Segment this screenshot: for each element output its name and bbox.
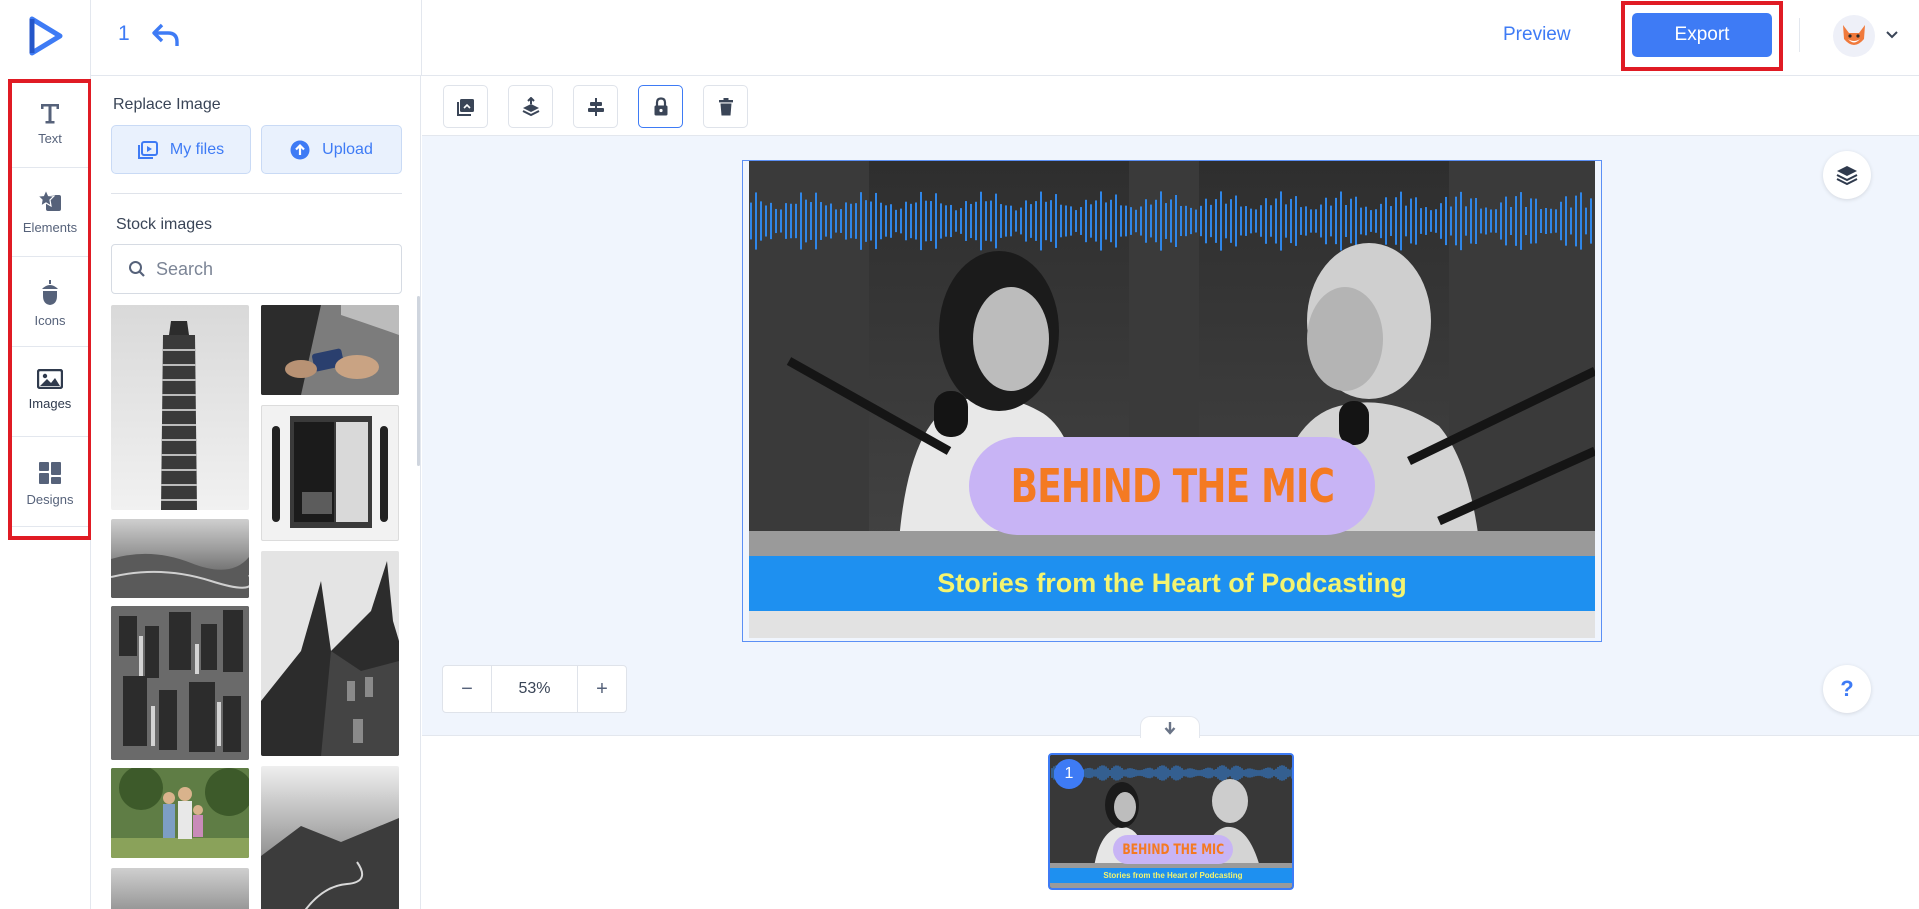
thumb-title-pill: BEHIND THE MIC <box>1113 835 1233 864</box>
align-tool[interactable] <box>573 85 618 128</box>
stock-images-heading: Stock images <box>116 216 213 233</box>
upload-button[interactable]: Upload <box>261 125 402 174</box>
panel-scrollbar[interactable] <box>417 296 420 466</box>
stock-image-skyscraper[interactable] <box>111 305 249 510</box>
stock-image-dunes[interactable] <box>111 519 249 598</box>
divider <box>111 193 402 194</box>
mountain-road-thumbnail <box>261 818 399 909</box>
layers-button[interactable] <box>1823 151 1871 199</box>
replace-image-icon <box>456 98 474 116</box>
divider <box>1799 18 1800 52</box>
design-subtitle[interactable]: Stories from the Heart of Podcasting <box>937 568 1407 599</box>
page-number[interactable]: 1 <box>118 22 130 46</box>
layer-order-tool[interactable] <box>508 85 553 128</box>
my-files-icon <box>137 140 158 159</box>
skyscraper-thumbnail <box>161 321 197 510</box>
thumb-subtitle-band: Stories from the Heart of Podcasting <box>1050 868 1292 883</box>
stock-image-mountain-road[interactable] <box>261 766 399 909</box>
stock-image-stage-film[interactable] <box>261 405 399 541</box>
search-icon <box>129 261 145 277</box>
help-button[interactable]: ? <box>1823 665 1871 713</box>
city-aerial-thumbnail <box>111 606 249 760</box>
lock-tool[interactable] <box>638 85 683 128</box>
page-thumbnail[interactable]: 1 BEHIND THE MIC Stories from the Heart … <box>1048 753 1294 890</box>
search-input[interactable] <box>156 258 386 280</box>
zoom-control: − 53% + <box>442 665 627 713</box>
thumb-subtitle: Stories from the Heart of Podcasting <box>1103 871 1243 880</box>
layer-order-icon <box>522 96 539 116</box>
replace-image-tool[interactable] <box>443 85 488 128</box>
play-logo[interactable] <box>28 16 64 56</box>
upload-label: Upload <box>322 140 373 158</box>
divider <box>421 0 422 76</box>
left-rail: Text Elements Icons Images Designs <box>0 0 92 909</box>
editor-app: Text Elements Icons Images Designs 1 Pre… <box>0 0 1919 909</box>
my-files-label: My files <box>169 140 225 158</box>
align-center-icon <box>587 97 604 116</box>
subtitle-band[interactable]: Stories from the Heart of Podcasting <box>749 556 1595 611</box>
avatar[interactable] <box>1833 15 1875 57</box>
export-button[interactable]: Export <box>1632 13 1772 57</box>
pages-strip: 1 BEHIND THE MIC Stories from the Heart … <box>422 716 1919 909</box>
arrow-down-icon <box>1164 721 1176 735</box>
top-bar: 1 Preview Export <box>91 0 1919 76</box>
dunes-thumbnail <box>111 553 249 598</box>
images-panel: Replace Image My files Upload Stock imag… <box>91 76 421 909</box>
rail-highlight-box <box>8 79 92 540</box>
fox-avatar-icon <box>1843 25 1865 45</box>
cathedral-thumbnail <box>261 551 399 756</box>
canvas-workspace: BEHIND THE MIC Stories from the Heart of… <box>422 76 1919 735</box>
collapse-pages-tab[interactable] <box>1140 716 1200 738</box>
layers-icon <box>1836 166 1858 185</box>
stock-image-cathedral[interactable] <box>261 551 399 756</box>
stock-image-city-aerial[interactable] <box>111 606 249 760</box>
car-phone-thumbnail <box>261 305 399 395</box>
family-thumbnail <box>111 768 249 858</box>
my-files-button[interactable]: My files <box>111 125 251 174</box>
zoom-out-button[interactable]: − <box>443 666 491 712</box>
element-toolbar <box>422 76 1919 136</box>
lock-icon <box>654 96 667 115</box>
undo-icon[interactable] <box>151 22 181 48</box>
delete-tool[interactable] <box>703 85 748 128</box>
stock-image-family[interactable] <box>111 768 249 858</box>
thumb-title: BEHIND THE MIC <box>1122 841 1224 858</box>
stock-search[interactable] <box>111 244 402 294</box>
upload-icon <box>290 140 310 159</box>
zoom-in-button[interactable]: + <box>578 666 626 712</box>
stock-image-fog[interactable] <box>111 868 249 909</box>
replace-image-heading: Replace Image <box>113 96 221 113</box>
design-canvas[interactable]: BEHIND THE MIC Stories from the Heart of… <box>749 161 1595 638</box>
design-title[interactable]: BEHIND THE MIC <box>1010 459 1334 513</box>
preview-button[interactable]: Preview <box>1503 24 1571 46</box>
page-number-badge: 1 <box>1054 759 1084 789</box>
stage-film-thumbnail <box>272 416 388 528</box>
title-pill[interactable]: BEHIND THE MIC <box>969 437 1375 535</box>
stock-image-grid <box>111 305 402 909</box>
stock-image-car-phone[interactable] <box>261 305 399 395</box>
chevron-down-icon[interactable] <box>1885 30 1899 40</box>
trash-icon <box>718 97 733 115</box>
zoom-level[interactable]: 53% <box>491 666 578 712</box>
